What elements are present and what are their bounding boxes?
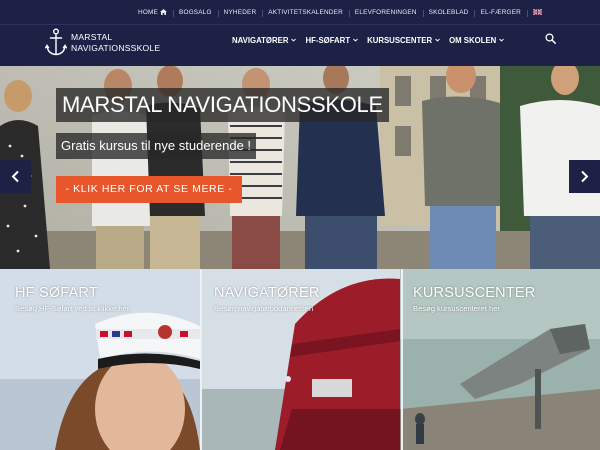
main-nav-hf-sofart[interactable]: HF-SØFART (305, 36, 358, 45)
tile-title: KURSUSCENTER (413, 285, 536, 301)
hero-subtitle: Gratis kursus til nye studerende ! (56, 133, 257, 159)
tile-kursuscenter[interactable]: KURSUSCENTER Besøg kursuscenteret her (400, 269, 600, 450)
chevron-down-icon (499, 38, 505, 42)
tile-subtitle: Besøg HF-Søfart ved at klikke her (15, 304, 130, 313)
site-logo[interactable]: MARSTAL NAVIGATIONSSKOLE (45, 27, 175, 59)
main-nav-om-skolen[interactable]: OM SKOLEN (449, 35, 505, 45)
tile-navigatorer[interactable]: NAVIGATØRER Besøg navigatøruddannelsen (200, 269, 400, 450)
tile-subtitle: Besøg navigatøruddannelsen (214, 304, 314, 313)
chevron-down-icon (353, 38, 358, 42)
tile-title: HF SØFART (15, 285, 98, 301)
tile-divider (200, 269, 202, 450)
main-nav-kursuscenter[interactable]: KURSUSCENTER (367, 36, 440, 45)
chevron-down-icon (291, 38, 297, 42)
logo-line-2: NAVIGATIONSSKOLE (71, 43, 161, 53)
hero-title: MARSTAL NAVIGATIONSSKOLE (56, 88, 389, 122)
logo-text: MARSTAL NAVIGATIONSSKOLE (71, 32, 160, 54)
top-nav-skoleblad[interactable]: SKOLEBLAD (422, 9, 475, 17)
uk-flag-icon (533, 8, 542, 15)
hero-slider: MARSTAL NAVIGATIONSSKOLE Gratis kursus t… (0, 66, 600, 269)
main-nav-navigatorer[interactable]: NAVIGATØRER (232, 35, 297, 45)
main-nav-label: NAVIGATØRER (232, 35, 289, 45)
feature-tiles: HF SØFART Besøg HF-Søfart ved at klikke … (0, 269, 600, 450)
search-icon[interactable] (545, 33, 556, 44)
top-nav-home[interactable]: HOME (132, 9, 173, 16)
top-nav-aktivitetskalender[interactable]: AKTIVITETSKALENDER (262, 9, 349, 17)
main-nav-label: KURSUSCENTER (367, 35, 433, 45)
top-nav-nyheder[interactable]: NYHEDER (217, 9, 263, 17)
chevron-down-icon (435, 38, 440, 42)
top-nav-elevforeningen[interactable]: ELEVFORENINGEN (348, 9, 423, 17)
site-header: HOME BOGSALG NYHEDER AKTIVITETSKALENDER … (0, 0, 600, 66)
home-icon (159, 8, 167, 15)
main-nav-label: OM SKOLEN (449, 35, 497, 45)
header-divider (0, 24, 600, 25)
top-nav-home-label: HOME (138, 8, 158, 16)
chevron-right-icon (581, 170, 589, 183)
hero-cta-button[interactable]: - KLIK HER FOR AT SE MERE - (56, 176, 242, 203)
tile-title: NAVIGATØRER (214, 285, 320, 301)
main-nav: NAVIGATØRER HF-SØFART KURSUSCENTER OM SK… (232, 33, 513, 47)
tile-divider (401, 269, 403, 450)
language-switch[interactable] (527, 8, 548, 17)
top-nav-el-faerger[interactable]: EL-FÆRGER (474, 9, 527, 17)
top-nav-bogsalg[interactable]: BOGSALG (172, 9, 218, 17)
top-nav: HOME BOGSALG NYHEDER AKTIVITETSKALENDER … (132, 0, 548, 24)
logo-line-1: MARSTAL (71, 32, 113, 42)
slider-next-button[interactable] (569, 160, 600, 193)
slider-prev-button[interactable] (0, 160, 31, 193)
tile-hf-sofart[interactable]: HF SØFART Besøg HF-Søfart ved at klikke … (0, 269, 200, 450)
anchor-icon (45, 28, 67, 56)
main-nav-label: HF-SØFART (305, 35, 351, 45)
chevron-left-icon (11, 170, 19, 183)
tile-subtitle: Besøg kursuscenteret her (413, 304, 500, 313)
